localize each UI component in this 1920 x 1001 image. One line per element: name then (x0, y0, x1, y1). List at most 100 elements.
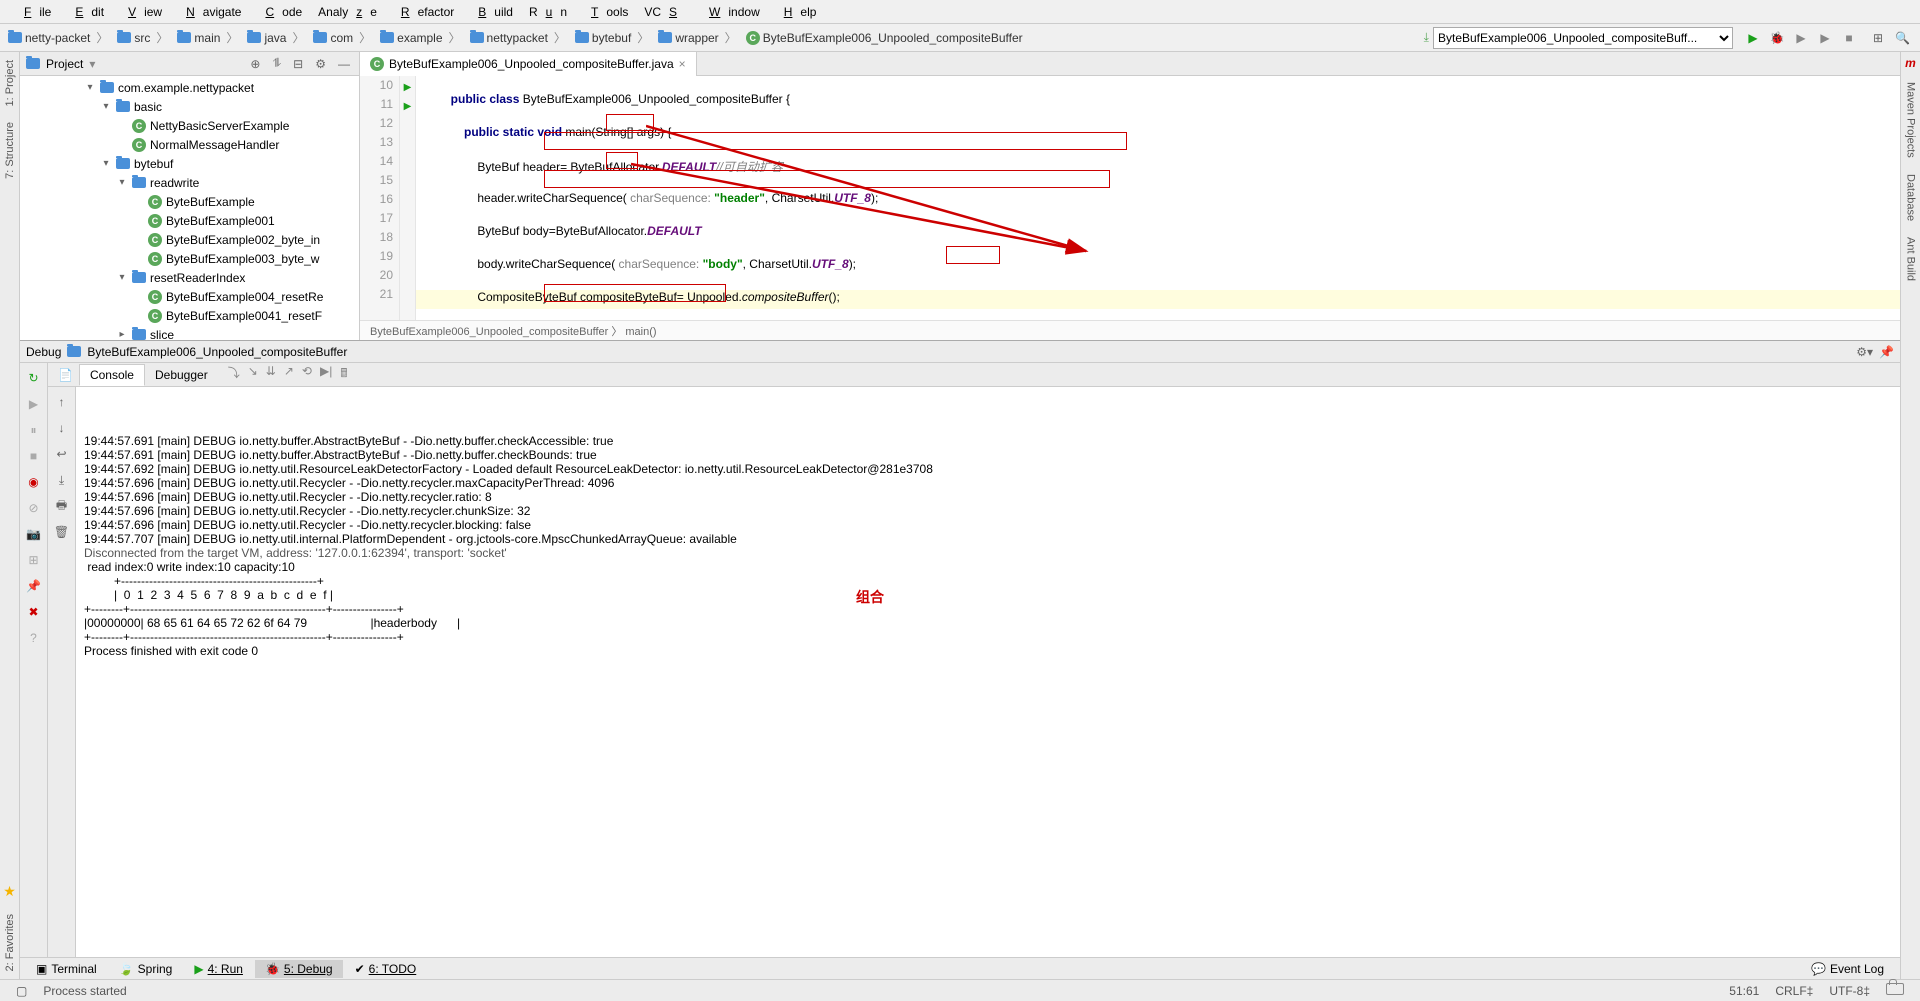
crumb[interactable]: src〉 (115, 29, 173, 46)
exec-point-icon[interactable]: 📄 (52, 368, 79, 382)
crumb[interactable]: main〉 (175, 29, 243, 46)
menu-code[interactable]: Code (249, 5, 310, 19)
force-step-icon[interactable]: ⇊ (266, 364, 276, 385)
resume-icon[interactable]: ▶ (25, 395, 43, 413)
menu-edit[interactable]: Edit (59, 5, 112, 19)
menu-build[interactable]: Build (462, 5, 521, 19)
gear-icon[interactable]: ⚙▾ (1856, 345, 1873, 359)
make-icon[interactable]: ⤓ (1424, 30, 1429, 45)
tab-spring[interactable]: 🍃Spring (109, 960, 183, 978)
menu-tools[interactable]: Tools (575, 5, 636, 19)
tree-node[interactable]: CNettyBasicServerExample (20, 116, 359, 135)
tab-console[interactable]: Console (79, 364, 145, 386)
profile-icon[interactable]: ▶ (1817, 30, 1833, 46)
tree-node[interactable]: basic (20, 97, 359, 116)
line-separator[interactable]: CRLF‡ (1767, 984, 1821, 998)
pin-icon[interactable]: 📌 (25, 577, 43, 595)
tab-event-log[interactable]: 💬Event Log (1801, 960, 1894, 978)
tree-node[interactable]: CByteBufExample004_resetRe (20, 287, 359, 306)
run-gutter-icon[interactable]: ▶ (400, 78, 415, 97)
menu-view[interactable]: View (112, 5, 170, 19)
mute-bp-icon[interactable]: ⊘ (25, 499, 43, 517)
down-icon[interactable]: ↓ (53, 419, 71, 437)
scroll-end-icon[interactable]: ⤓ (53, 471, 71, 489)
crumb[interactable]: wrapper〉 (656, 29, 741, 46)
clear-icon[interactable]: 🗑 (53, 523, 71, 541)
gear-icon[interactable]: ⚙ (312, 57, 329, 71)
tree-node[interactable]: CByteBufExample001 (20, 211, 359, 230)
tab-run[interactable]: ▶4: Run (184, 960, 253, 978)
rerun-icon[interactable]: ↻ (25, 369, 43, 387)
run-config-select[interactable]: ByteBufExample006_Unpooled_compositeBuff… (1433, 27, 1733, 49)
tab-debug[interactable]: 🐞5: Debug (255, 960, 343, 978)
menu-window[interactable]: Window (693, 5, 768, 19)
breakpoints-icon[interactable]: ◉ (25, 473, 43, 491)
tree-node[interactable]: CNormalMessageHandler (20, 135, 359, 154)
status-icon[interactable]: ▢ (8, 984, 35, 998)
search-icon[interactable]: 🔍 (1891, 31, 1914, 45)
step-out-icon[interactable]: ↗ (284, 364, 294, 385)
menu-run[interactable]: Run (521, 5, 575, 19)
crumb[interactable]: netty-packet〉 (6, 29, 113, 46)
pin-icon[interactable]: 📌 (1879, 345, 1894, 359)
crumb[interactable]: bytebuf〉 (573, 29, 654, 46)
layout-icon[interactable]: ⊞ (1869, 31, 1887, 45)
debug-icon[interactable]: 🐞 (1769, 30, 1785, 46)
stop-icon[interactable]: ■ (1841, 30, 1857, 46)
gutter[interactable]: 101112131415161718192021 (360, 76, 400, 320)
coverage-icon[interactable]: ▶ (1793, 30, 1809, 46)
project-tree[interactable]: com.example.nettypacketbasicCNettyBasicS… (20, 76, 359, 340)
menu-navigate[interactable]: Navigate (170, 5, 249, 19)
lock-icon[interactable] (1878, 983, 1912, 998)
tree-node[interactable]: CByteBufExample003_byte_w (20, 249, 359, 268)
crumb[interactable]: java〉 (245, 29, 309, 46)
console-output[interactable]: 组合 19:44:57.691 [main] DEBUG io.netty.bu… (76, 387, 1900, 957)
tab-debugger[interactable]: Debugger (145, 365, 218, 385)
help-icon[interactable]: ? (25, 629, 43, 647)
menu-analyze[interactable]: Analyze (310, 5, 385, 19)
menu-file[interactable]: File (8, 5, 59, 19)
soft-wrap-icon[interactable]: ↩ (53, 445, 71, 463)
tree-node[interactable]: bytebuf (20, 154, 359, 173)
expand-icon[interactable]: ⥮ (269, 56, 284, 71)
run-gutter-icon[interactable]: ▶ (400, 97, 415, 116)
menu-vcs[interactable]: VCS (636, 5, 693, 19)
tree-node[interactable]: readwrite (20, 173, 359, 192)
tab-maven[interactable]: Maven Projects (1903, 74, 1919, 166)
tab-terminal[interactable]: ▣Terminal (26, 960, 107, 978)
menu-help[interactable]: Help (768, 5, 825, 19)
editor-breadcrumb[interactable]: ByteBufExample006_Unpooled_compositeBuff… (360, 320, 1900, 340)
tab-ant[interactable]: Ant Build (1903, 229, 1919, 289)
hide-icon[interactable]: — (335, 57, 353, 71)
crumb[interactable]: com〉 (311, 29, 376, 46)
code-area[interactable]: public class ByteBufExample006_Unpooled_… (416, 76, 1900, 320)
close-icon[interactable]: × (679, 57, 686, 71)
tree-node[interactable]: CByteBufExample (20, 192, 359, 211)
tree-node[interactable]: com.example.nettypacket (20, 78, 359, 97)
stop-icon[interactable]: ■ (25, 447, 43, 465)
camera-icon[interactable]: 📷 (25, 525, 43, 543)
step-over-icon[interactable]: ⤵ (228, 364, 240, 385)
tree-node[interactable]: slice (20, 325, 359, 340)
step-into-icon[interactable]: ↘ (248, 364, 258, 385)
layout-icon[interactable]: ⊞ (25, 551, 43, 569)
scroll-from-icon[interactable]: ⊕ (247, 57, 263, 71)
up-icon[interactable]: ↑ (53, 393, 71, 411)
crumb[interactable]: example〉 (378, 29, 465, 46)
tab-favorites[interactable]: 2: Favorites (2, 906, 18, 979)
drop-frame-icon[interactable]: ⟲ (302, 364, 312, 385)
crumb[interactable]: CByteBufExample006_Unpooled_compositeBuf… (744, 31, 1025, 45)
menu-refactor[interactable]: Refactor (385, 5, 462, 19)
crumb[interactable]: nettypacket〉 (468, 29, 571, 46)
print-icon[interactable]: 🖶 (53, 497, 71, 515)
tab-project[interactable]: 1: Project (2, 52, 18, 114)
tree-node[interactable]: CByteBufExample0041_resetF (20, 306, 359, 325)
tab-structure[interactable]: 7: Structure (2, 114, 18, 187)
editor-tab[interactable]: C ByteBufExample006_Unpooled_compositeBu… (360, 52, 697, 76)
run-to-cursor-icon[interactable]: ▶| (320, 364, 332, 385)
evaluate-icon[interactable]: 🖩 (340, 364, 347, 385)
caret-position[interactable]: 51:61 (1721, 984, 1767, 998)
close-icon[interactable]: ✖ (25, 603, 43, 621)
run-icon[interactable]: ▶ (1745, 30, 1761, 46)
tab-database[interactable]: Database (1903, 166, 1919, 229)
